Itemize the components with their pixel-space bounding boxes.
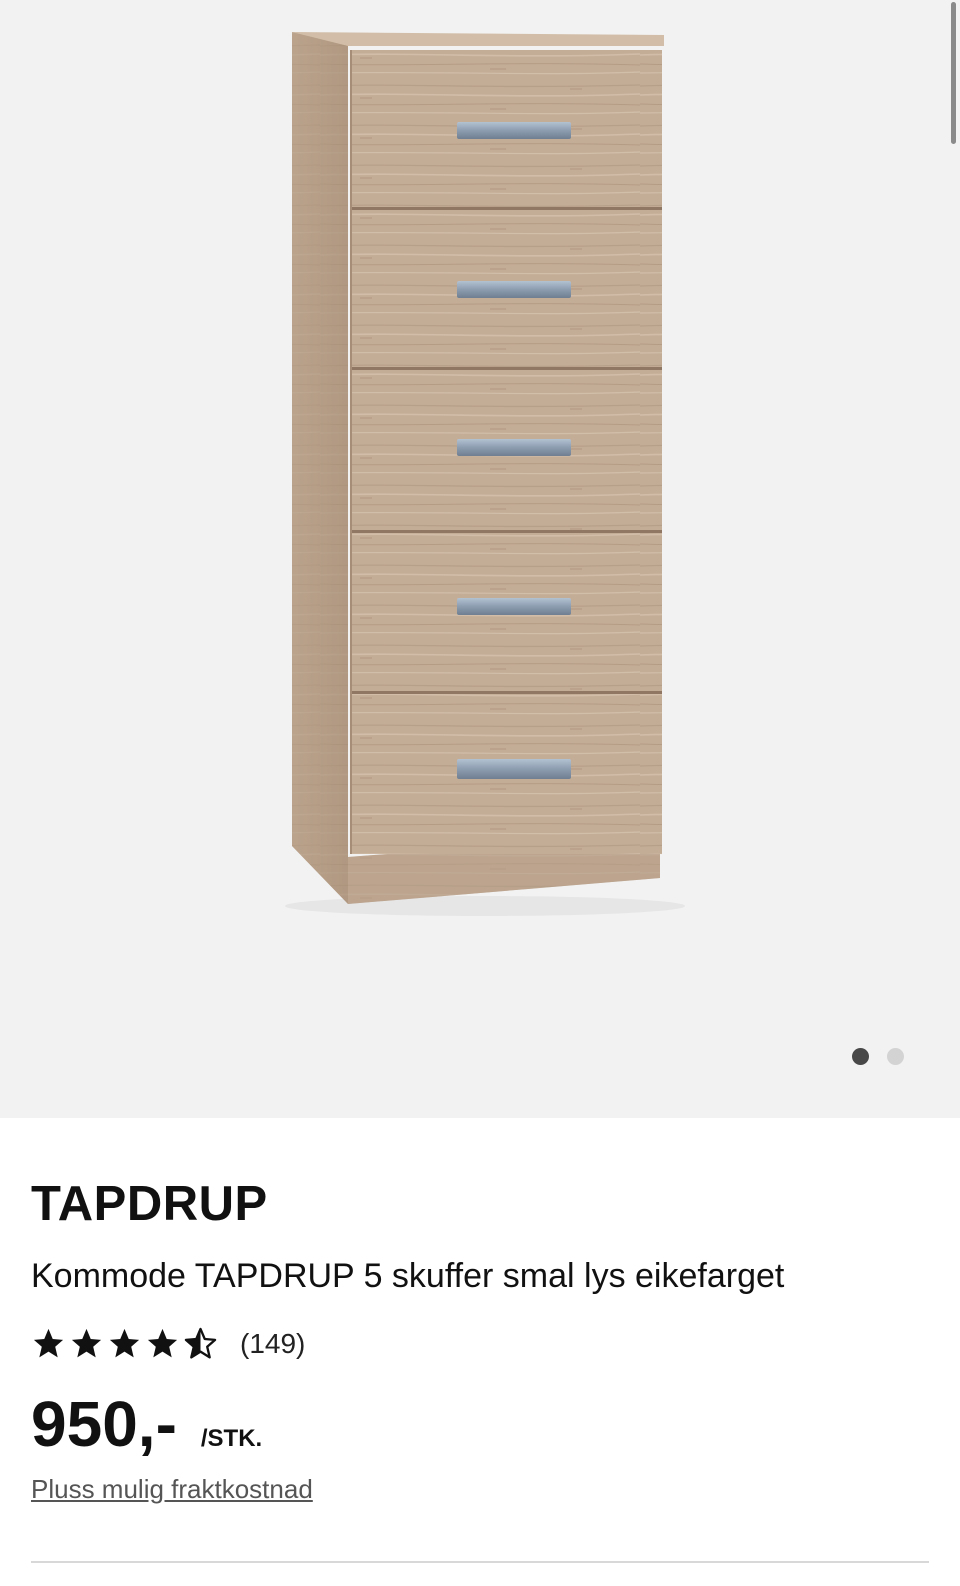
rating-stars (31, 1326, 218, 1361)
product-rating[interactable]: (149) (31, 1326, 305, 1361)
gallery-pagination (852, 1048, 904, 1065)
star-full-icon (107, 1326, 142, 1361)
shipping-cost-link[interactable]: Pluss mulig fraktkostnad (31, 1474, 313, 1505)
scrollbar-thumb[interactable] (951, 2, 956, 144)
product-price: 950,- (31, 1388, 177, 1460)
review-count[interactable]: (149) (240, 1328, 305, 1360)
section-divider (31, 1561, 929, 1563)
gallery-dot-1[interactable] (852, 1048, 869, 1065)
star-full-icon (69, 1326, 104, 1361)
product-description: Kommode TAPDRUP 5 skuffer smal lys eikef… (31, 1257, 785, 1295)
product-brand-title: TAPDRUP (31, 1177, 268, 1231)
star-full-icon (31, 1326, 66, 1361)
star-full-icon (145, 1326, 180, 1361)
product-image[interactable] (0, 0, 960, 1118)
product-page: TAPDRUP Kommode TAPDRUP 5 skuffer smal l… (0, 0, 960, 1586)
price-unit: /STK. (200, 1425, 263, 1452)
price-row: 950,- /STK. (31, 1388, 262, 1460)
product-image-gallery[interactable] (0, 0, 960, 1118)
star-half-icon (183, 1326, 218, 1361)
gallery-dot-2[interactable] (887, 1048, 904, 1065)
